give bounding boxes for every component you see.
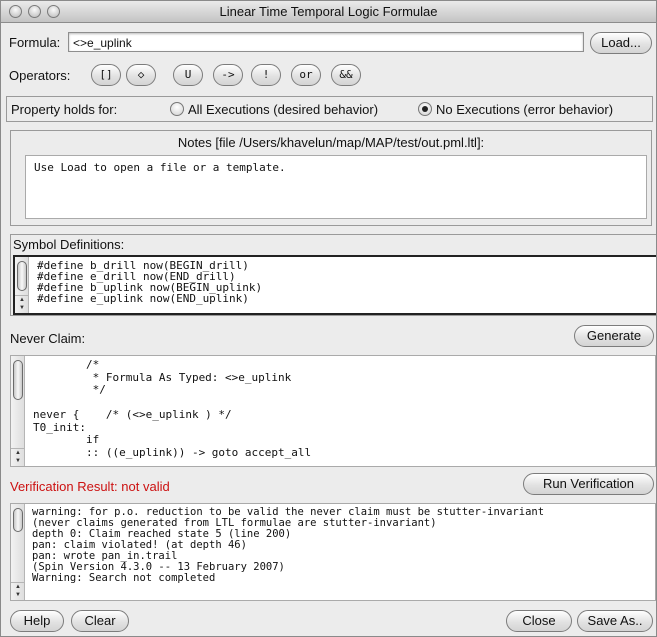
title-bar: Linear Time Temporal Logic Formulae	[1, 1, 656, 23]
symbols-scroll-arrows[interactable]: ▲ ▼	[15, 295, 29, 313]
formula-label: Formula:	[9, 35, 61, 50]
run-verification-button[interactable]: Run Verification	[523, 473, 654, 495]
never-claim-line: never { /* (<>e_uplink ) */	[33, 408, 232, 421]
eventually-operator-button[interactable]: ◇	[126, 64, 156, 86]
symbols-scrollbar[interactable]: ▲ ▼	[15, 257, 29, 313]
symbols-code: #define b_drill now(BEGIN_drill) #define …	[37, 260, 262, 304]
or-operator-button[interactable]: or	[291, 64, 321, 86]
symbols-panel: Symbol Definitions: ▲ ▼ #define b_drill n…	[10, 234, 656, 316]
never-claim-code: /* * Formula As Typed: <>e_uplink */neve…	[33, 358, 312, 459]
verification-scrollbar[interactable]: ▲ ▼	[11, 504, 25, 600]
formula-input[interactable]: <>e_uplink	[68, 32, 584, 52]
property-panel: Property holds for: All Executions (desi…	[6, 96, 653, 122]
window-title: Linear Time Temporal Logic Formulae	[219, 4, 438, 19]
until-operator-button[interactable]: U	[173, 64, 203, 86]
never-claim-scroll-arrows[interactable]: ▲ ▼	[11, 448, 25, 466]
never-claim-line: /*	[33, 358, 100, 371]
all-executions-label[interactable]: All Executions (desired behavior)	[188, 102, 378, 117]
clear-button[interactable]: Clear	[71, 610, 129, 632]
notes-text: Use Load to open a file or a template.	[34, 161, 286, 174]
all-executions-radio[interactable]	[170, 102, 184, 116]
formula-row: Formula: <>e_uplink Load...	[1, 30, 656, 56]
never-claim-scroll-thumb[interactable]	[13, 360, 23, 400]
operators-label: Operators:	[9, 68, 71, 83]
help-button[interactable]: Help	[10, 610, 64, 632]
never-claim-line: if	[33, 433, 100, 446]
never-claim-line: :: ((e_uplink)) -> goto accept_all	[33, 445, 312, 459]
never-claim-title: Never Claim:	[10, 331, 86, 346]
generate-button[interactable]: Generate	[574, 325, 654, 347]
notes-textarea[interactable]: Use Load to open a file or a template.	[25, 155, 647, 219]
minimize-window-icon[interactable]	[28, 5, 41, 18]
never-claim-textarea[interactable]: ▲ ▼ /* * Formula As Typed: <>e_uplink */n…	[10, 355, 656, 467]
save-as-button[interactable]: Save As..	[577, 610, 653, 632]
ltl-window: Linear Time Temporal Logic Formulae Form…	[0, 0, 657, 637]
implies-operator-button[interactable]: ->	[213, 64, 243, 86]
and-operator-button[interactable]: &&	[331, 64, 361, 86]
operators-row: Operators: [] ◇ U -> ! or &&	[1, 64, 656, 88]
no-executions-radio[interactable]	[418, 102, 432, 116]
no-executions-label[interactable]: No Executions (error behavior)	[436, 102, 613, 117]
not-operator-button[interactable]: !	[251, 64, 281, 86]
verification-scroll-thumb[interactable]	[13, 508, 23, 532]
verification-output[interactable]: ▲ ▼ warning: for p.o. reduction to be val…	[10, 503, 656, 601]
notes-title: Notes [file /Users/khavelun/map/MAP/test…	[177, 135, 485, 150]
never-claim-line: */	[33, 383, 106, 396]
zoom-window-icon[interactable]	[47, 5, 60, 18]
symbols-scroll-thumb[interactable]	[17, 261, 27, 291]
symbols-title: Symbol Definitions:	[13, 237, 125, 252]
verification-result-label: Verification Result: not valid	[10, 479, 170, 494]
never-claim-scrollbar[interactable]: ▲ ▼	[11, 356, 25, 466]
window-controls	[9, 5, 60, 18]
notes-panel: Notes [file /Users/khavelun/map/MAP/test…	[10, 130, 652, 226]
verification-scroll-arrows[interactable]: ▲ ▼	[11, 582, 25, 600]
verification-log: warning: for p.o. reduction to be valid …	[32, 507, 544, 584]
log-line: Warning: Search not completed	[32, 572, 216, 584]
load-button[interactable]: Load...	[590, 32, 652, 54]
symbol-line: #define e_uplink now(END_uplink)	[37, 292, 249, 305]
close-window-icon[interactable]	[9, 5, 22, 18]
symbols-textarea[interactable]: ▲ ▼ #define b_drill now(BEGIN_drill) #defi…	[13, 255, 656, 315]
close-button[interactable]: Close	[506, 610, 572, 632]
property-label: Property holds for:	[11, 102, 118, 117]
always-operator-button[interactable]: []	[91, 64, 121, 86]
